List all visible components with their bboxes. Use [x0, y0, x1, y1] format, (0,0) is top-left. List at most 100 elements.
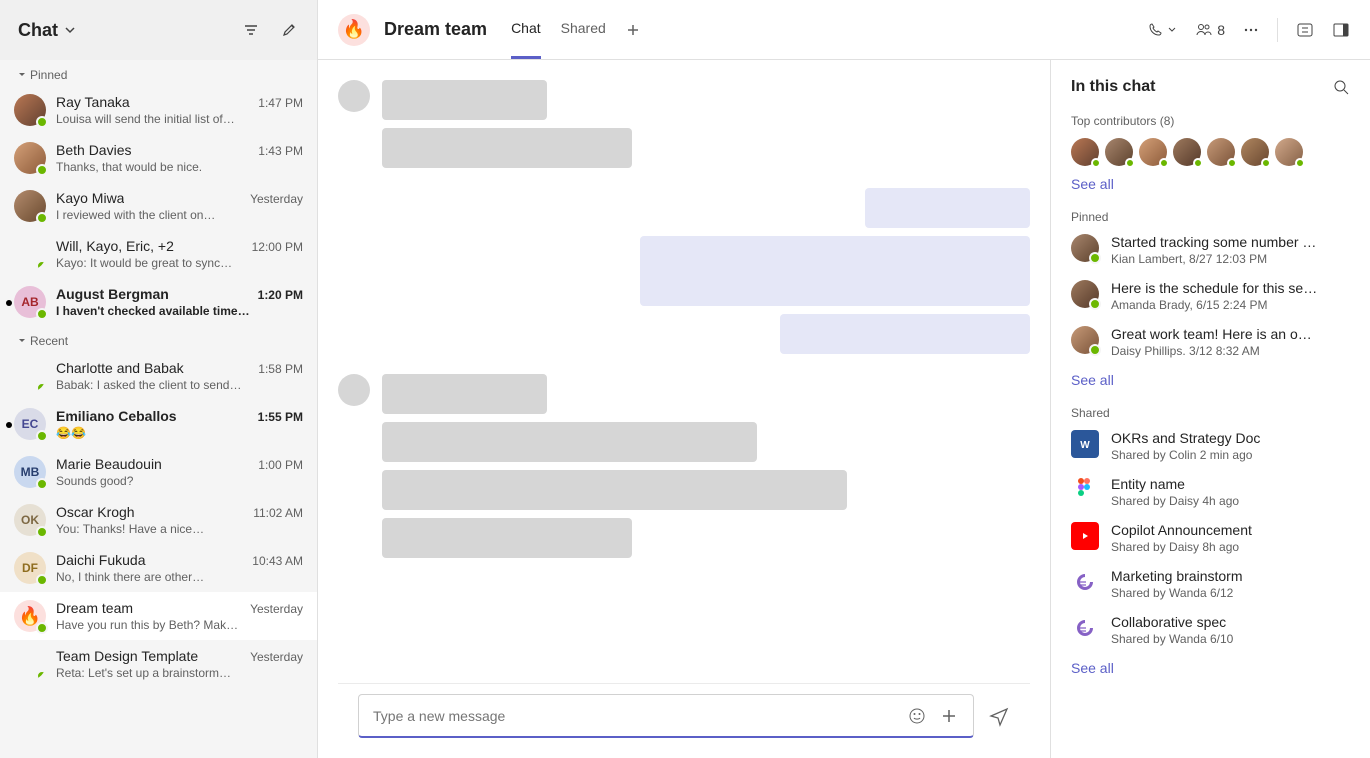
pinned-message-item[interactable]: Started tracking some number … Kian Lamb… [1071, 234, 1350, 266]
message-bubble[interactable] [382, 518, 632, 558]
shared-file-item[interactable]: Marketing brainstorm Shared by Wanda 6/1… [1071, 568, 1350, 600]
shared-subtitle: Shared by Daisy 8h ago [1111, 540, 1350, 554]
chat-name: Kayo Miwa [56, 190, 124, 206]
shared-file-item[interactable]: Entity name Shared by Daisy 4h ago [1071, 476, 1350, 508]
unread-dot [6, 422, 12, 428]
message-bubble[interactable] [382, 470, 847, 510]
message-bubble[interactable] [382, 128, 632, 168]
chat-list-item[interactable]: Beth Davies 1:43 PM Thanks, that would b… [0, 134, 317, 182]
message-bubble[interactable] [382, 80, 547, 120]
chat-list-item[interactable]: Ray Tanaka 1:47 PM Louisa will send the … [0, 86, 317, 134]
open-panel-button[interactable] [1332, 21, 1350, 39]
caret-down-icon [18, 337, 26, 345]
presence-indicator [36, 574, 48, 586]
chat-preview: You: Thanks! Have a nice… [56, 522, 303, 536]
sidebar-title[interactable]: Chat [18, 20, 76, 41]
filter-button[interactable] [241, 20, 261, 40]
panel-icon [1332, 21, 1350, 39]
presence-indicator [36, 382, 46, 392]
shared-title: Marketing brainstorm [1111, 568, 1350, 584]
phone-icon [1147, 22, 1163, 38]
chat-list-item[interactable]: Kayo Miwa Yesterday I reviewed with the … [0, 182, 317, 230]
chat-avatar [14, 190, 46, 222]
contributor-avatar[interactable] [1241, 138, 1269, 166]
message-bubble[interactable] [382, 422, 757, 462]
pinned-section-label[interactable]: Pinned [0, 60, 317, 86]
new-chat-button[interactable] [279, 20, 299, 40]
chat-list-item[interactable]: MB Marie Beaudouin 1:00 PM Sounds good? [0, 448, 317, 496]
chat-list-item[interactable]: 🔥 Dream team Yesterday Have you run this… [0, 592, 317, 640]
chat-header: 🔥 Dream team Chat Shared 8 [318, 0, 1370, 60]
chat-timestamp: 12:00 PM [252, 240, 303, 254]
message-composer[interactable] [358, 694, 974, 738]
see-all-pinned-link[interactable]: See all [1071, 372, 1114, 388]
pinned-message-item[interactable]: Here is the schedule for this se… Amanda… [1071, 280, 1350, 312]
chat-preview: I haven't checked available time… [56, 304, 303, 318]
contributor-avatar[interactable] [1071, 138, 1099, 166]
copilot-button[interactable] [1296, 21, 1314, 39]
send-button[interactable] [988, 705, 1010, 727]
more-options-button[interactable] [1243, 22, 1259, 38]
chat-timestamp: 1:47 PM [258, 96, 303, 110]
recent-section-label[interactable]: Recent [0, 326, 317, 352]
tab-shared[interactable]: Shared [561, 0, 606, 59]
chat-list-item[interactable]: DF Daichi Fukuda 10:43 AM No, I think th… [0, 544, 317, 592]
shared-title: Copilot Announcement [1111, 522, 1350, 538]
chat-list-item[interactable]: Team Design Template Yesterday Reta: Let… [0, 640, 317, 688]
room-avatar: 🔥 [338, 14, 370, 46]
contributor-avatar[interactable] [1275, 138, 1303, 166]
attach-button[interactable] [939, 706, 959, 726]
chat-avatar: EC [14, 408, 46, 440]
call-button[interactable] [1147, 22, 1177, 38]
chat-name: Will, Kayo, Eric, +2 [56, 238, 174, 254]
shared-file-item[interactable]: W OKRs and Strategy Doc Shared by Colin … [1071, 430, 1350, 462]
message-list[interactable] [338, 80, 1030, 683]
message-input[interactable] [373, 708, 895, 724]
presence-indicator [36, 526, 48, 538]
chevron-down-icon [1167, 25, 1177, 35]
message-bubble[interactable] [382, 374, 547, 414]
contributor-avatar[interactable] [1173, 138, 1201, 166]
chat-name: Emiliano Ceballos [56, 408, 177, 424]
presence-indicator [36, 478, 48, 490]
chat-list-item[interactable]: OK Oscar Krogh 11:02 AM You: Thanks! Hav… [0, 496, 317, 544]
chat-timestamp: 1:00 PM [258, 458, 303, 472]
chat-avatar [14, 238, 46, 270]
message-bubble[interactable] [640, 236, 1030, 306]
chat-list-item[interactable]: Charlotte and Babak 1:58 PM Babak: I ask… [0, 352, 317, 400]
chat-preview: Thanks, that would be nice. [56, 160, 303, 174]
sender-avatar [338, 80, 370, 112]
figma-icon [1071, 476, 1099, 504]
participants-button[interactable]: 8 [1195, 22, 1225, 38]
search-button[interactable] [1332, 78, 1350, 96]
chat-preview: Kayo: It would be great to sync… [56, 256, 303, 270]
pinned-title: Started tracking some number … [1111, 234, 1350, 250]
chat-list-item[interactable]: Will, Kayo, Eric, +2 12:00 PM Kayo: It w… [0, 230, 317, 278]
message-bubble[interactable] [780, 314, 1030, 354]
unread-dot [6, 300, 12, 306]
contributor-avatar[interactable] [1105, 138, 1133, 166]
emoji-button[interactable] [907, 706, 927, 726]
send-icon [988, 705, 1010, 727]
chat-timestamp: Yesterday [250, 650, 303, 664]
sidebar-title-text: Chat [18, 20, 58, 41]
room-title: Dream team [384, 19, 487, 40]
contributor-avatar[interactable] [1207, 138, 1235, 166]
shared-file-item[interactable]: Copilot Announcement Shared by Daisy 8h … [1071, 522, 1350, 554]
shared-file-item[interactable]: Collaborative spec Shared by Wanda 6/10 [1071, 614, 1350, 646]
see-all-contributors-link[interactable]: See all [1071, 176, 1114, 192]
pinned-message-item[interactable]: Great work team! Here is an o… Daisy Phi… [1071, 326, 1350, 358]
tab-chat[interactable]: Chat [511, 0, 541, 59]
caret-down-icon [18, 71, 26, 79]
message-bubble[interactable] [865, 188, 1030, 228]
chat-list-item[interactable]: AB August Bergman 1:20 PM I haven't chec… [0, 278, 317, 326]
chat-timestamp: 11:02 AM [253, 506, 303, 520]
loop-icon [1071, 568, 1099, 596]
emoji-icon [907, 706, 927, 726]
see-all-shared-link[interactable]: See all [1071, 660, 1114, 676]
pinned-subtitle: Amanda Brady, 6/15 2:24 PM [1111, 298, 1350, 312]
contributor-avatar[interactable] [1139, 138, 1167, 166]
chat-list-item[interactable]: EC Emiliano Ceballos 1:55 PM 😂😂 [0, 400, 317, 448]
add-tab-button[interactable] [626, 23, 640, 37]
chat-list[interactable]: Pinned Ray Tanaka 1:47 PM Louisa will se… [0, 60, 317, 758]
